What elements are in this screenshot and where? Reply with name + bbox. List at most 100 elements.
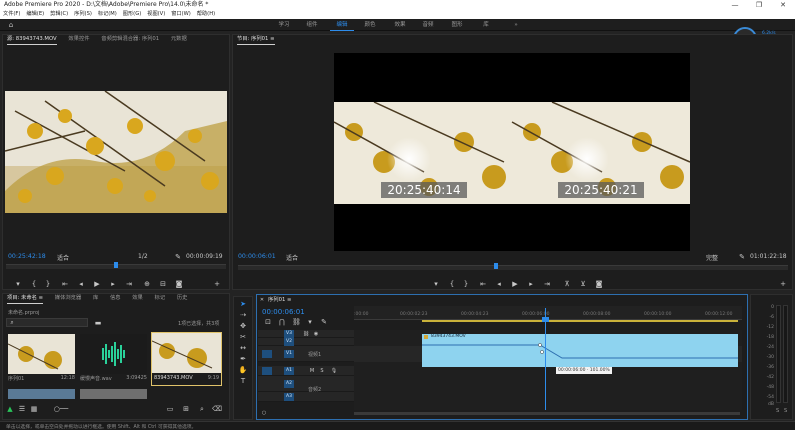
menu-sequence[interactable]: 序列(S) <box>71 10 95 19</box>
new-folder-icon[interactable]: ▭ <box>166 405 174 413</box>
program-wrench-icon[interactable]: ✎ <box>738 253 746 261</box>
mic-icon[interactable]: 🎙 <box>330 367 338 375</box>
project-item-clip[interactable]: 83943743.MOV 9:19 <box>151 332 222 386</box>
source-resolution-select[interactable]: 1/2 <box>138 253 148 260</box>
source-timecode[interactable]: 00:25:42:18 <box>8 253 46 260</box>
type-tool-icon[interactable]: T <box>236 377 250 388</box>
timeline-horizontal-scrollbar[interactable] <box>354 412 740 415</box>
workspace-effects[interactable]: 效果 <box>388 19 412 31</box>
go-to-in-icon[interactable]: ⇤ <box>60 280 70 288</box>
tab-history[interactable]: 历史 <box>177 294 188 303</box>
source-patch-a1[interactable] <box>262 367 272 375</box>
project-item-partial-1[interactable] <box>8 389 75 399</box>
track-target-v1[interactable]: V1 <box>284 350 294 358</box>
find-icon[interactable]: ⌕ <box>198 405 206 413</box>
menu-help[interactable]: 帮助(H) <box>194 10 218 19</box>
lock-icon[interactable]: ▲ <box>6 405 14 413</box>
workspace-assembly[interactable]: 组件 <box>300 19 324 31</box>
toggle-visibility-icon[interactable]: ◉ <box>312 330 320 338</box>
new-item-icon[interactable]: ⊞ <box>182 405 190 413</box>
workspace-audio[interactable]: 音频 <box>416 19 440 31</box>
toggle-sync-lock-icon[interactable]: ⛓ <box>302 330 310 338</box>
workspace-libraries[interactable]: 库 <box>474 19 498 31</box>
selection-tool-icon[interactable]: ➤ <box>236 300 250 311</box>
workspace-graphics[interactable]: 图形 <box>445 19 469 31</box>
tab-effect-controls[interactable]: 效果控件 <box>68 35 89 44</box>
track-target-v3[interactable]: V3 <box>284 330 294 338</box>
zoom-out-icon[interactable]: ○ <box>260 409 268 417</box>
tab-libraries[interactable]: 库 <box>93 294 98 303</box>
track-select-tool-icon[interactable]: ⇢ <box>236 311 250 322</box>
timeline-playhead-handle[interactable] <box>542 317 549 322</box>
lift-icon[interactable]: ⊼ <box>562 280 572 288</box>
program-marker-icon[interactable]: ▾ <box>432 280 440 288</box>
workspace-color[interactable]: 颜色 <box>358 19 382 31</box>
project-item-sequence[interactable]: 序列01 12:18 <box>7 334 75 384</box>
project-item-audio[interactable]: 缓慢声音.wav 3:09425 <box>80 334 147 384</box>
timeline-tab[interactable]: 序列01 ≡ <box>268 296 291 305</box>
source-patch-v1[interactable] <box>262 350 272 358</box>
icon-view-icon[interactable]: ▦ <box>30 405 38 413</box>
ripple-edit-tool-icon[interactable]: ✥ <box>236 322 250 333</box>
program-scrubber[interactable] <box>238 265 788 270</box>
project-search-input[interactable]: ⌕ <box>6 318 88 327</box>
mark-in-icon[interactable]: { <box>30 280 38 288</box>
program-add-button-icon[interactable]: + <box>778 280 788 288</box>
program-play-icon[interactable]: ▶ <box>510 280 520 288</box>
step-forward-icon[interactable]: ▸ <box>108 280 118 288</box>
menu-window[interactable]: 窗口(W) <box>168 10 194 19</box>
hand-tool-icon[interactable]: ✋ <box>236 366 250 377</box>
slip-tool-icon[interactable]: ↔ <box>236 344 250 355</box>
go-to-out-icon[interactable]: ⇥ <box>124 280 134 288</box>
program-quality-select[interactable]: 完整 <box>706 253 718 262</box>
track-target-a2[interactable]: A2 <box>284 380 294 388</box>
program-mark-in-icon[interactable]: { <box>448 280 456 288</box>
track-target-a1[interactable]: A1 <box>284 367 294 375</box>
tab-markers[interactable]: 标记 <box>155 294 166 303</box>
timeline-settings-icon[interactable]: ✎ <box>320 318 328 326</box>
camera-icon[interactable]: ◙ <box>174 280 184 288</box>
menu-graphics[interactable]: 图形(G) <box>120 10 144 19</box>
program-playhead[interactable] <box>494 263 498 269</box>
step-back-icon[interactable]: ◂ <box>76 280 86 288</box>
opacity-keyframe-line[interactable] <box>422 340 738 367</box>
track-target-a3[interactable]: A3 <box>284 393 294 401</box>
nest-icon[interactable]: ⊡ <box>264 318 272 326</box>
program-camera-icon[interactable]: ◙ <box>594 280 604 288</box>
program-timecode[interactable]: 00:00:06:01 <box>238 253 276 260</box>
add-marker-icon[interactable]: ▾ <box>306 318 314 326</box>
source-fit-select[interactable]: 适合 <box>57 253 69 262</box>
tab-project[interactable]: 项目: 未命名 ≡ <box>7 294 44 304</box>
add-button-icon[interactable]: + <box>212 280 222 288</box>
insert-icon[interactable]: ⊕ <box>142 280 152 288</box>
tab-media-browser[interactable]: 媒体浏览器 <box>55 294 82 303</box>
close-button[interactable]: ✕ <box>771 0 795 10</box>
timeline-timecode[interactable]: 00:00:06:01 <box>262 308 305 316</box>
mute-icon[interactable]: M <box>308 367 316 375</box>
tab-info[interactable]: 信息 <box>110 294 121 303</box>
linked-selection-icon[interactable]: ⛓ <box>292 318 301 326</box>
program-fit-select[interactable]: 适合 <box>286 253 298 262</box>
play-icon[interactable]: ▶ <box>92 280 102 288</box>
meter-solo-right[interactable]: S <box>784 408 787 414</box>
program-mark-out-icon[interactable]: } <box>462 280 470 288</box>
source-playhead[interactable] <box>114 262 118 268</box>
meter-solo-left[interactable]: S <box>776 408 779 414</box>
razor-tool-icon[interactable]: ✂ <box>236 333 250 344</box>
tab-program[interactable]: 节目: 序列01 ≡ <box>237 35 275 45</box>
program-go-to-in-icon[interactable]: ⇤ <box>478 280 488 288</box>
menu-edit[interactable]: 编辑(E) <box>23 10 47 19</box>
workspace-more-button[interactable]: » <box>508 19 524 31</box>
menu-file[interactable]: 文件(F) <box>0 10 23 19</box>
tab-audio-clip-mixer[interactable]: 音频剪辑混合器: 序列01 <box>101 35 159 44</box>
overwrite-icon[interactable]: ⊟ <box>158 280 168 288</box>
program-go-to-out-icon[interactable]: ⇥ <box>542 280 552 288</box>
tab-source[interactable]: 源: 83943743.MOV <box>7 35 57 45</box>
tab-effects[interactable]: 效果 <box>132 294 143 303</box>
minimize-button[interactable]: — <box>723 0 747 10</box>
track-target-v2[interactable]: V2 <box>284 338 294 346</box>
workspace-editing[interactable]: 编辑 <box>330 19 354 31</box>
project-item-partial-2[interactable] <box>80 389 147 399</box>
new-bin-icon[interactable]: ▬ <box>94 319 102 327</box>
timeline-close-icon[interactable]: ✕ <box>259 296 265 304</box>
